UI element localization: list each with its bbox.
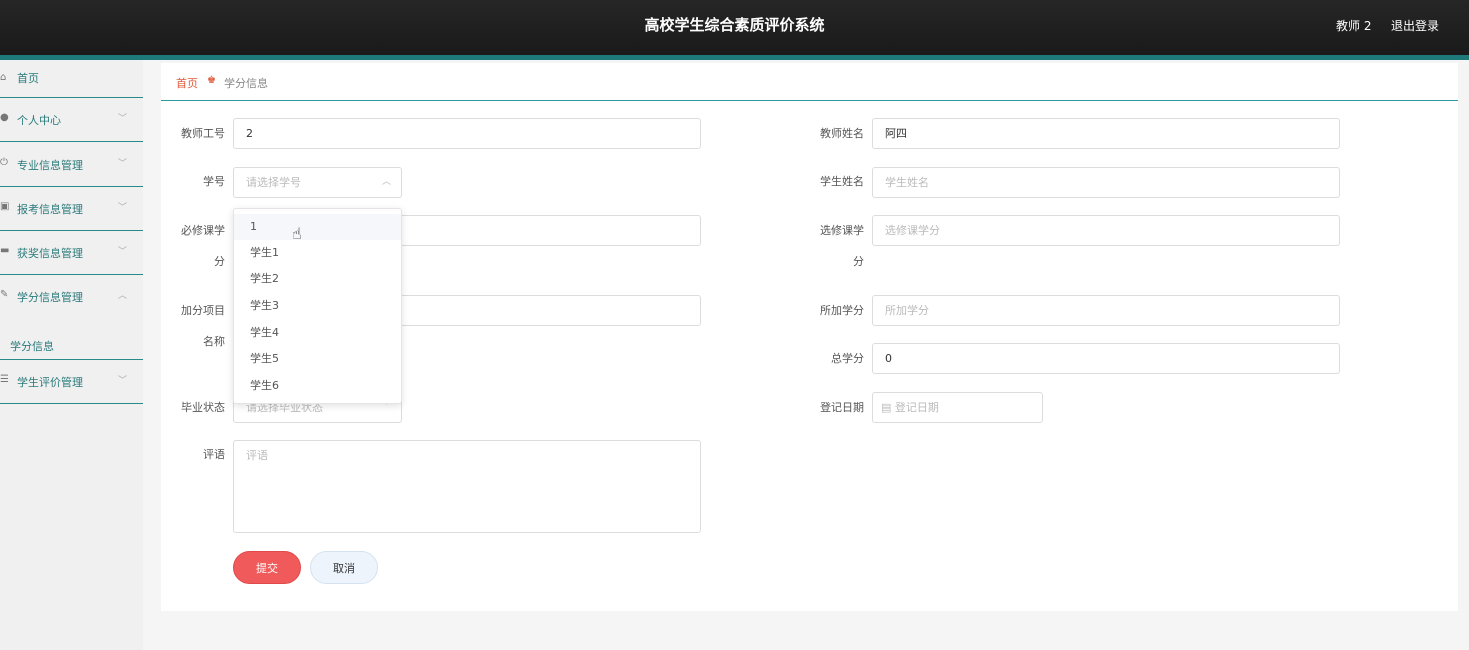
bonus-credit-label: 所加学分	[820, 304, 864, 317]
breadcrumb-home[interactable]: 首页	[176, 75, 198, 91]
bonus-item-label: 加分项目	[181, 304, 225, 317]
student-name-label: 学生姓名	[820, 175, 864, 188]
reg-date-label: 登记日期	[820, 401, 864, 414]
sidebar-item-exam[interactable]: ▣ 报考信息管理 ﹀	[0, 187, 143, 231]
sidebar: ⌂ 首页 ● 个人中心 ﹀ ⏻ 专业信息管理 ﹀ ▣ 报考信息管理 ﹀ ▬ 获奖…	[0, 60, 143, 650]
reg-date-picker[interactable]: ▤ 登记日期	[872, 392, 1043, 423]
chevron-down-icon: ﹀	[118, 114, 128, 124]
sidebar-item-home[interactable]: ⌂ 首页	[0, 60, 143, 98]
user-icon: ●	[0, 112, 9, 123]
sidebar-item-credit[interactable]: ✎ 学分信息管理 ︿	[0, 275, 143, 338]
chevron-up-icon: ︿	[118, 291, 128, 301]
edit-icon: ✎	[0, 289, 9, 300]
student-id-label: 学号	[203, 175, 225, 188]
calendar-icon: ▤	[881, 401, 892, 414]
dropdown-option[interactable]: 学生3	[234, 293, 401, 319]
chevron-down-icon: ﹀	[118, 159, 128, 169]
chevron-up-icon: ︿	[381, 177, 391, 187]
sidebar-subitem-credit-info[interactable]: 学分信息	[0, 338, 143, 360]
app-title: 高校学生综合素质评价系统	[644, 16, 825, 34]
dropdown-option[interactable]: 1	[234, 214, 401, 240]
sidebar-item-evaluation[interactable]: ☰ 学生评价管理 ﹀	[0, 360, 143, 404]
current-user: 教师 2	[1336, 19, 1372, 33]
sidebar-item-major[interactable]: ⏻ 专业信息管理 ﹀	[0, 143, 143, 187]
chevron-down-icon: ﹀	[118, 376, 128, 386]
graduation-label: 毕业状态	[181, 401, 225, 414]
student-id-dropdown: 1 学生1 学生2 学生3 学生4 学生5 学生6	[233, 208, 402, 404]
header-divider	[0, 55, 1469, 60]
elective-credit-label: 选修课学	[820, 224, 864, 237]
sidebar-item-profile[interactable]: ● 个人中心 ﹀	[0, 98, 143, 142]
chevron-down-icon: ﹀	[118, 203, 128, 213]
cancel-button[interactable]: 取消	[310, 551, 378, 584]
breadcrumb-separator-icon: ♚	[207, 75, 216, 86]
home-icon: ⌂	[0, 72, 7, 83]
bonus-item-label-cont: 名称	[203, 335, 225, 348]
elective-credit-label-cont: 分	[853, 255, 864, 268]
logout-link[interactable]: 退出登录	[1391, 17, 1439, 34]
elective-credit-input[interactable]: 选修课学分	[872, 215, 1340, 246]
chevron-down-icon: ﹀	[118, 247, 128, 257]
hand-cursor-icon: ☝	[292, 224, 302, 243]
breadcrumb: 首页 ♚ 学分信息	[161, 63, 1458, 101]
calendar-icon: ▣	[0, 201, 10, 212]
required-credit-label-cont: 分	[214, 255, 225, 268]
student-id-select[interactable]: 请选择学号 ︿	[233, 167, 402, 198]
total-credit-input[interactable]: 0	[872, 343, 1340, 374]
dropdown-option[interactable]: 学生6	[234, 373, 401, 399]
dropdown-option[interactable]: 学生4	[234, 320, 401, 346]
breadcrumb-current: 学分信息	[224, 77, 268, 90]
teacher-name-input[interactable]: 阿四	[872, 118, 1340, 149]
submit-button[interactable]: 提交	[233, 551, 301, 584]
teacher-id-label: 教师工号	[181, 127, 225, 140]
comment-label: 评语	[203, 448, 225, 461]
comment-textarea[interactable]: 评语	[233, 440, 701, 533]
top-bar: 高校学生综合素质评价系统 教师 2 退出登录	[0, 0, 1469, 55]
sidebar-item-award[interactable]: ▬ 获奖信息管理 ﹀	[0, 231, 143, 275]
dropdown-option[interactable]: 学生5	[234, 346, 401, 372]
bonus-credit-input[interactable]: 所加学分	[872, 295, 1340, 326]
dropdown-option[interactable]: 学生2	[234, 266, 401, 292]
power-icon: ⏻	[0, 157, 8, 168]
sliders-icon: ☰	[0, 374, 9, 385]
total-credit-label: 总学分	[831, 352, 864, 365]
teacher-name-label: 教师姓名	[820, 127, 864, 140]
dropdown-option[interactable]: 学生1	[234, 240, 401, 266]
monitor-icon: ▬	[0, 245, 10, 256]
teacher-id-input[interactable]: 2	[233, 118, 701, 149]
required-credit-label: 必修课学	[181, 224, 225, 237]
student-name-input[interactable]: 学生姓名	[872, 167, 1340, 198]
